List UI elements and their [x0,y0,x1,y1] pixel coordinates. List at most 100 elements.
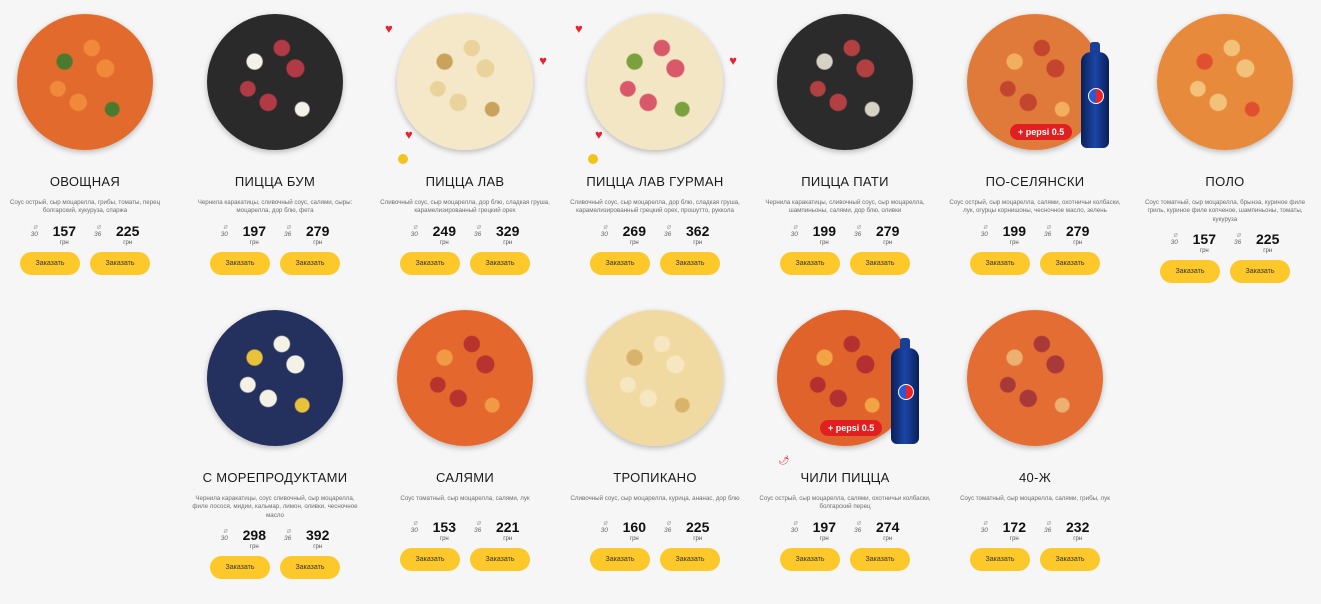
price-value: 362 [686,223,710,239]
pizza-card: + pepsi 0.5 🌶 ЧИЛИ ПИЦЦА Соус острый, сы… [750,308,940,571]
price-value: 225 [1256,231,1280,248]
currency-label: грн [503,240,513,246]
order-large-button[interactable]: Заказать [1040,548,1100,571]
price-large: Ø 36 279 грн [854,223,900,247]
pizza-name: САЛЯМИ [436,470,494,485]
price-value: 279 [876,223,900,239]
price-large: Ø 36 225 грн [664,519,710,543]
pizza-image[interactable] [777,14,913,150]
size-label: 36 [284,535,292,543]
order-large-button[interactable]: Заказать [660,252,720,275]
price-value: 279 [306,223,330,239]
currency-label: грн [883,240,893,246]
order-small-button[interactable]: Заказать [210,252,270,275]
pizza-name: ОВОЩНАЯ [49,174,121,189]
order-small-button[interactable]: Заказать [590,548,650,571]
price-value: 225 [686,519,710,535]
order-large-button[interactable]: Заказать [90,252,150,275]
order-large-button[interactable]: Заказать [280,556,340,580]
order-small-button[interactable]: Заказать [970,252,1030,275]
size-label: 36 [1044,527,1052,534]
heart-icon: ♥ [729,53,737,68]
order-large-button[interactable]: Заказать [850,548,910,571]
price-value: 157 [52,223,76,239]
order-large-button[interactable]: Заказать [1230,260,1290,284]
pizza-name: ПИЦЦА ЛАВ ГУРМАН [586,174,724,189]
price-small: Ø 30 298 грн [220,527,266,551]
pizza-description: Чернила каракатицы, сливочный соус, сыр … [765,199,925,215]
size-label: 36 [664,527,672,534]
currency-label: грн [249,544,259,551]
pizza-card: ♥ ♥ ♥ ПИЦЦА ЛАВ Сливочный соус, сыр моца… [370,12,560,275]
order-small-button[interactable]: Заказать [400,252,460,275]
pizza-description: Чернила каракатицы, соус сливочный, сыр … [192,495,358,519]
pizza-image[interactable] [397,310,533,446]
price-small: Ø 30 157 грн [30,223,76,247]
pizza-card: ОВОЩНАЯ Соус острый, сыр моцарелла, гриб… [0,12,180,275]
order-large-button[interactable]: Заказать [470,252,530,275]
price-value: 274 [876,519,900,535]
currency-label: грн [313,240,323,246]
price-value: 329 [496,223,520,239]
order-small-button[interactable]: Заказать [780,252,840,275]
order-large-button[interactable]: Заказать [850,252,910,275]
heart-icon: ♥ [539,53,547,68]
pizza-image[interactable] [207,14,343,150]
size-label: 30 [410,527,418,534]
pizza-card: ♥ ♥ ♥ ПИЦЦА ЛАВ ГУРМАН Сливочный соус, с… [560,12,750,275]
price-value: 153 [432,519,456,535]
pizza-image[interactable] [587,310,723,446]
pizza-description: Соус острый, сыр моцарелла, грибы, томат… [9,199,161,215]
order-large-button[interactable]: Заказать [470,548,530,571]
pizza-image[interactable] [397,14,533,150]
pizza-card: ТРОПИКАНО Сливочный соус, сыр моцарелла,… [560,308,750,571]
order-large-button[interactable]: Заказать [280,252,340,275]
pizza-description: Сливочный соус, сыр моцарелла, дор блю, … [570,199,740,215]
pizza-card: 40-Ж Соус томатный, сыр моцарелла, салям… [940,308,1130,571]
order-small-button[interactable]: Заказать [970,548,1030,571]
currency-label: грн [1009,536,1019,542]
pizza-name: ПИЦЦА ПАТИ [801,174,889,189]
heart-icon: ♥ [575,21,583,36]
pizza-image[interactable] [207,310,343,446]
size-label: 30 [30,231,38,238]
pizza-description: Соус острый, сыр моцарелла, салями, охот… [759,495,931,511]
heart-icon: ♥ [385,21,393,36]
pizza-image[interactable] [587,14,723,150]
price-small: Ø 30 160 грн [600,519,646,543]
order-small-button[interactable]: Заказать [210,556,270,580]
pepsi-bottle-icon [891,338,919,444]
pizza-description: Соус томатный, сыр моцарелла, брынза, ку… [1144,199,1306,223]
size-label: 30 [980,231,988,238]
pizza-image[interactable] [967,310,1103,446]
size-label: 30 [220,231,228,238]
currency-label: грн [629,536,639,542]
price-value: 199 [812,223,836,239]
pizza-image[interactable] [1157,14,1293,150]
pizza-description: Чернила каракатицы, сливочный соус, саля… [197,199,353,215]
pizza-card: + pepsi 0.5 ПО-СЕЛЯНСКИ Соус острый, сыр… [940,12,1130,275]
order-large-button[interactable]: Заказать [1040,252,1100,275]
price-value: 232 [1066,519,1090,535]
pizza-image[interactable] [17,14,153,150]
pizza-name: ПИЦЦА БУМ [234,174,316,189]
price-value: 221 [496,519,520,535]
currency-label: грн [59,240,69,246]
order-small-button[interactable]: Заказать [20,252,80,275]
order-large-button[interactable]: Заказать [660,548,720,571]
pizza-card: С МОРЕПРОДУКТАМИ Чернила каракатицы, соу… [180,308,370,580]
currency-label: грн [249,240,259,246]
size-label: 36 [474,231,482,238]
currency-label: грн [1073,536,1083,542]
size-label: 36 [94,231,102,238]
currency-label: грн [313,544,323,551]
order-small-button[interactable]: Заказать [590,252,650,275]
currency-label: грн [503,536,513,542]
order-small-button[interactable]: Заказать [1160,260,1220,284]
currency-label: грн [1009,240,1019,246]
price-large: Ø 36 225 грн [94,223,140,247]
currency-label: грн [439,536,449,542]
pizza-name: ТРОПИКАНО [613,470,697,485]
order-small-button[interactable]: Заказать [780,548,840,571]
order-small-button[interactable]: Заказать [400,548,460,571]
